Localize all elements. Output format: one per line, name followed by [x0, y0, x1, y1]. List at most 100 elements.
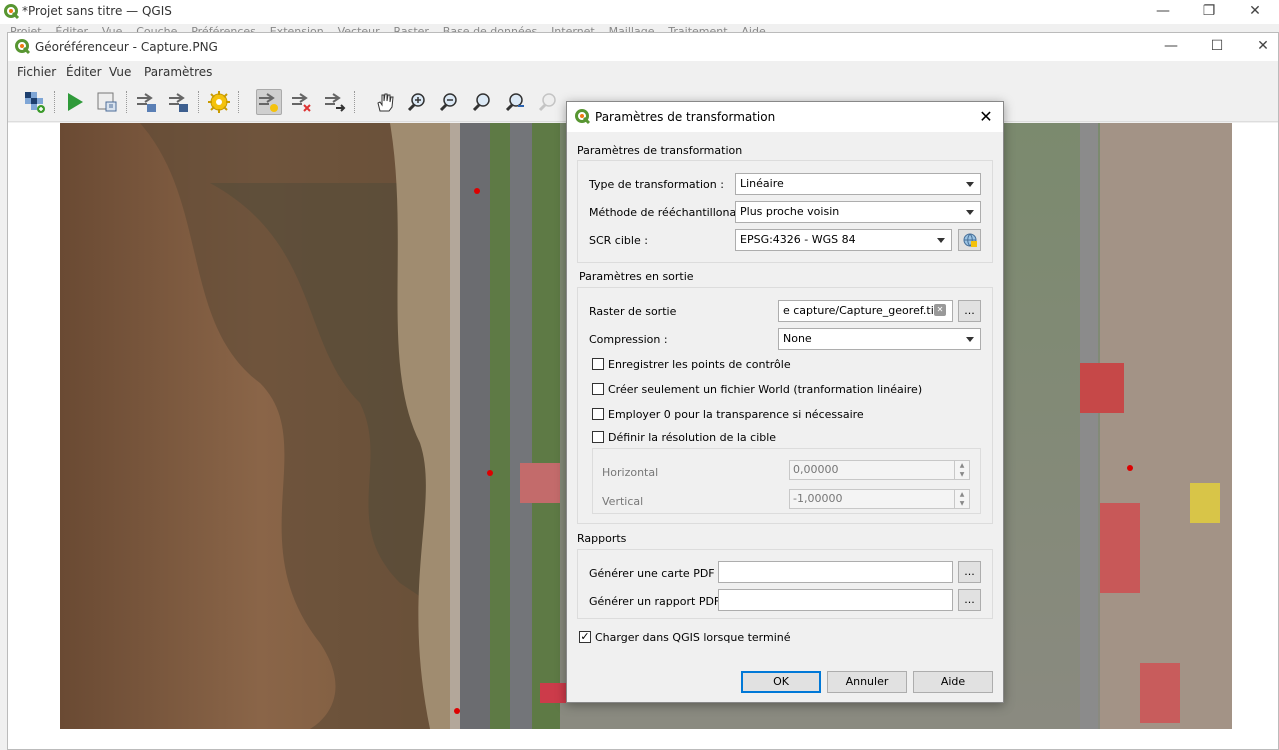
help-button[interactable]: Aide: [913, 671, 993, 693]
chevron-down-icon: [966, 337, 974, 342]
qgis-logo-icon: [575, 109, 591, 125]
compression-combo[interactable]: None: [778, 328, 981, 350]
transform-type-combo[interactable]: Linéaire: [735, 173, 981, 195]
pdf-map-field[interactable]: [718, 561, 953, 583]
reports-group: Générer une carte PDF : ... Générer un r…: [577, 549, 993, 619]
spin-up-icon[interactable]: ▲: [954, 490, 969, 499]
use-zero-transparency-checkbox[interactable]: [592, 408, 604, 420]
compression-label: Compression :: [589, 333, 668, 346]
move-point-icon[interactable]: [322, 89, 348, 115]
zoom-to-layer-icon[interactable]: [469, 89, 495, 115]
target-crs-label: SCR cible :: [589, 234, 648, 247]
use-zero-transparency-label: Employer 0 pour la transparence si néces…: [608, 408, 864, 421]
vertical-spinbox[interactable]: -1,00000 ▲ ▼: [789, 489, 970, 509]
set-resolution-label: Définir la résolution de la cible: [608, 431, 777, 444]
vertical-value: -1,00000: [793, 492, 843, 505]
save-gcp-icon[interactable]: [166, 89, 192, 115]
resampling-label: Méthode de rééchantillonage: [589, 206, 750, 219]
spin-up-icon[interactable]: ▲: [954, 461, 969, 470]
toolbar-separator: [126, 91, 129, 113]
save-gcp-checkbox[interactable]: [592, 358, 604, 370]
resampling-combo[interactable]: Plus proche voisin: [735, 201, 981, 223]
load-gcp-icon[interactable]: [134, 89, 160, 115]
pdf-map-label: Générer une carte PDF :: [589, 567, 722, 580]
pdf-map-browse-button[interactable]: ...: [958, 561, 981, 583]
load-in-qgis-label: Charger dans QGIS lorsque terminé: [595, 631, 791, 644]
spin-down-icon[interactable]: ▼: [954, 470, 969, 479]
zoom-out-icon[interactable]: [436, 89, 462, 115]
transform-type-label: Type de transformation :: [589, 178, 724, 191]
dialog-close-button[interactable]: ✕: [975, 106, 997, 128]
pdf-report-label: Générer un rapport PDF :: [589, 595, 728, 608]
open-raster-icon[interactable]: [22, 89, 48, 115]
status-area: [8, 729, 1278, 749]
right-dock-area: [1232, 123, 1278, 749]
transformation-settings-dialog: Paramètres de transformation ✕ Paramètre…: [566, 101, 1004, 703]
save-gcp-label: Enregistrer les points de contrôle: [608, 358, 791, 371]
output-raster-value: e capture/Capture_georef.tif: [783, 304, 938, 317]
qgis-restore-button[interactable]: ❐: [1186, 0, 1232, 24]
transformation-group: Type de transformation : Linéaire Méthod…: [577, 160, 993, 263]
georeferencer-menu-bar: Fichier Éditer Vue Paramètres: [8, 61, 1278, 83]
qgis-title-bar: *Projet sans titre — QGIS — ❐ ✕: [0, 0, 1279, 24]
qgis-logo-icon: [15, 39, 31, 55]
output-raster-browse-button[interactable]: ...: [958, 300, 981, 322]
cancel-button[interactable]: Annuler: [827, 671, 907, 693]
zoom-in-icon[interactable]: [404, 89, 430, 115]
start-georeferencing-icon[interactable]: [62, 89, 88, 115]
ok-button[interactable]: OK: [741, 671, 821, 693]
target-crs-combo[interactable]: EPSG:4326 - WGS 84: [735, 229, 952, 251]
pdf-report-browse-button[interactable]: ...: [958, 589, 981, 611]
section-output-title: Paramètres en sortie: [579, 270, 694, 283]
georeferencer-close-button[interactable]: ✕: [1240, 35, 1279, 59]
zoom-last-icon[interactable]: [502, 89, 528, 115]
chevron-down-icon: [937, 238, 945, 243]
qgis-close-button[interactable]: ✕: [1232, 0, 1278, 24]
menu-vue[interactable]: Vue: [109, 65, 131, 79]
spin-down-icon[interactable]: ▼: [954, 499, 969, 508]
add-point-icon[interactable]: [256, 89, 282, 115]
load-in-qgis-checkbox[interactable]: ✓: [579, 631, 591, 643]
georeferencer-title-bar: Géoréférenceur - Capture.PNG — ☐ ✕: [8, 33, 1278, 61]
dialog-title: Paramètres de transformation: [595, 110, 776, 124]
resampling-value: Plus proche voisin: [740, 205, 840, 218]
clear-icon[interactable]: ✕: [934, 304, 946, 316]
pdf-report-field[interactable]: [718, 589, 953, 611]
toolbar-separator: [238, 91, 241, 113]
horizontal-spinbox[interactable]: 0,00000 ▲ ▼: [789, 460, 970, 480]
qgis-logo-icon: [4, 4, 20, 20]
transform-type-value: Linéaire: [740, 177, 784, 190]
generate-gdal-script-icon[interactable]: [94, 89, 120, 115]
horizontal-value: 0,00000: [793, 463, 839, 476]
qgis-minimize-button[interactable]: —: [1140, 0, 1186, 24]
compression-value: None: [783, 332, 812, 345]
toolbar-separator: [198, 91, 201, 113]
zoom-next-icon[interactable]: [535, 89, 561, 115]
chevron-down-icon: [966, 210, 974, 215]
output-raster-field[interactable]: e capture/Capture_georef.tif: [778, 300, 953, 322]
menu-parametres[interactable]: Paramètres: [144, 65, 212, 79]
delete-point-icon[interactable]: [289, 89, 315, 115]
toolbar-separator: [354, 91, 357, 113]
menu-editer[interactable]: Éditer: [66, 65, 102, 79]
set-resolution-checkbox[interactable]: [592, 431, 604, 443]
output-raster-label: Raster de sortie: [589, 305, 677, 318]
georeferencer-minimize-button[interactable]: —: [1148, 35, 1194, 59]
world-file-label: Créer seulement un fichier World (tranfo…: [608, 383, 923, 396]
section-reports-title: Rapports: [577, 532, 627, 545]
georeferencer-window-title: Géoréférenceur - Capture.PNG: [35, 40, 218, 54]
toolbar-separator: [54, 91, 57, 113]
menu-fichier[interactable]: Fichier: [17, 65, 56, 79]
crs-selector-button[interactable]: [958, 229, 981, 251]
dialog-title-bar: Paramètres de transformation ✕: [567, 102, 1003, 132]
vertical-label: Vertical: [602, 495, 644, 508]
target-crs-value: EPSG:4326 - WGS 84: [740, 233, 856, 246]
chevron-down-icon: [966, 182, 974, 187]
pan-icon[interactable]: [372, 89, 398, 115]
world-file-checkbox[interactable]: [592, 383, 604, 395]
transformation-settings-icon[interactable]: [206, 89, 232, 115]
output-group: Raster de sortie e capture/Capture_geore…: [577, 287, 993, 524]
left-dock-area: [8, 123, 60, 749]
horizontal-label: Horizontal: [602, 466, 659, 479]
georeferencer-maximize-button[interactable]: ☐: [1194, 35, 1240, 59]
